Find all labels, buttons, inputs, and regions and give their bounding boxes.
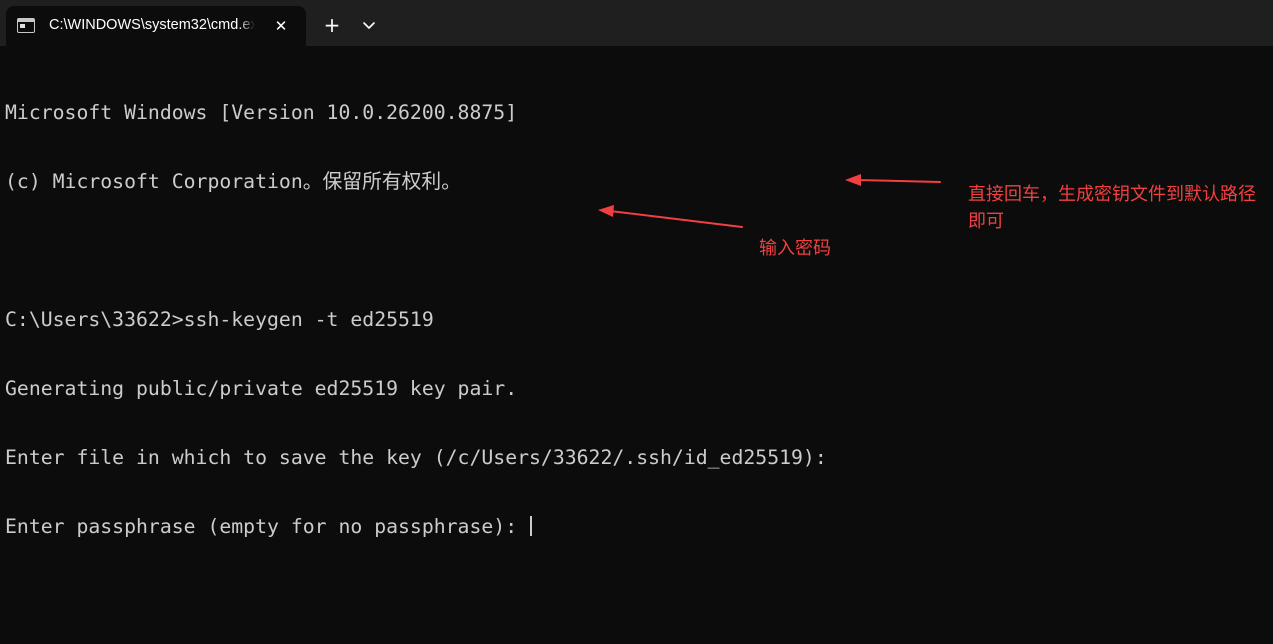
tab-title: C:\WINDOWS\system32\cmd.exe: [49, 17, 255, 33]
chevron-down-icon[interactable]: [357, 13, 381, 37]
tab-cmd[interactable]: C:\WINDOWS\system32\cmd.exe ✕: [6, 6, 306, 46]
text-cursor: [530, 516, 533, 536]
annotation-enter-password: 输入密码: [759, 238, 831, 259]
terminal-line-save-prompt: Enter file in which to save the key (/c/…: [5, 446, 827, 469]
terminal-line-version: Microsoft Windows [Version 10.0.26200.88…: [5, 101, 518, 124]
terminal-line-command: C:\Users\33622>ssh-keygen -t ed25519: [5, 308, 434, 331]
terminal-output[interactable]: Microsoft Windows [Version 10.0.26200.88…: [5, 55, 1265, 584]
cmd-console-icon: [17, 18, 35, 33]
tab-bar: C:\WINDOWS\system32\cmd.exe ✕ +: [0, 0, 1273, 46]
terminal-line-passphrase-prompt: Enter passphrase (empty for no passphras…: [5, 515, 1265, 538]
terminal-line-generating: Generating public/private ed25519 key pa…: [5, 377, 518, 400]
passphrase-prompt-text: Enter passphrase (empty for no passphras…: [5, 515, 530, 538]
terminal-window: C:\WINDOWS\system32\cmd.exe ✕ + Microsof…: [0, 0, 1273, 644]
annotation-default-path: 直接回车，生成密钥文件到默认路径即可: [968, 184, 1256, 232]
close-icon[interactable]: ✕: [270, 15, 292, 37]
plus-icon[interactable]: +: [319, 12, 345, 38]
